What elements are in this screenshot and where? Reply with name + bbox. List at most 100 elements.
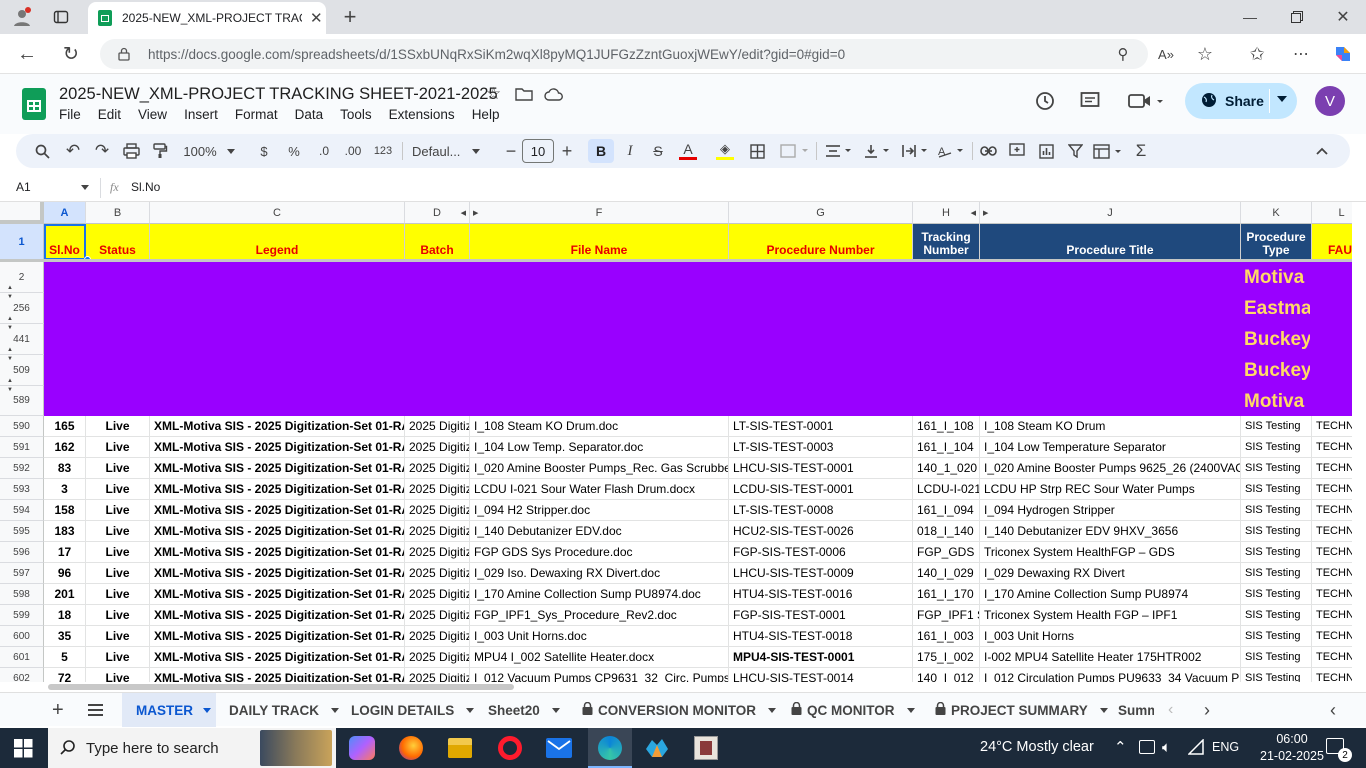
sheet-tab-summ[interactable]: Summ <box>1118 693 1154 727</box>
weather-text[interactable]: 24°C Mostly clear <box>980 739 1094 755</box>
cell-status[interactable]: Live <box>86 437 150 458</box>
header-cell-legend[interactable]: Legend <box>150 224 405 260</box>
cell-batch[interactable]: 2025 Digitiz <box>405 416 470 437</box>
cell-status[interactable]: Live <box>86 542 150 563</box>
back-icon[interactable]: ← <box>14 42 40 66</box>
row-header[interactable]: 599 <box>0 605 44 626</box>
header-cell-batch[interactable]: Batch <box>405 224 470 260</box>
menu-file[interactable]: File <box>59 107 81 122</box>
cell-fau[interactable]: TECHN <box>1312 626 1352 647</box>
increase-font-size-icon[interactable]: + <box>558 134 576 168</box>
file-explorer-icon[interactable] <box>448 738 472 758</box>
row-header[interactable]: 593 <box>0 479 44 500</box>
cell-batch[interactable]: 2025 Digitiz <box>405 605 470 626</box>
clock-date[interactable]: 21-02-2025 <box>1257 749 1327 763</box>
column-header-k[interactable]: K <box>1241 202 1312 224</box>
add-sheet-icon[interactable]: + <box>52 693 64 727</box>
firefox-icon[interactable] <box>399 736 423 760</box>
hidden-columns-right-icon[interactable]: ▶ <box>473 209 478 217</box>
select-all-corner[interactable] <box>0 202 44 224</box>
minimize-icon[interactable]: — <box>1238 6 1262 28</box>
hidden-columns-right-icon[interactable]: ▶ <box>983 209 988 217</box>
cell-file-name[interactable]: FGP GDS Sys Procedure.doc <box>470 542 729 563</box>
row-header[interactable]: 597 <box>0 563 44 584</box>
hidden-columns-left-icon[interactable]: ◀ <box>461 209 466 217</box>
column-header-l[interactable]: L <box>1312 202 1352 224</box>
profile-icon[interactable] <box>8 5 36 29</box>
cell-batch[interactable]: 2025 Digitiz <box>405 563 470 584</box>
name-box-dropdown-icon[interactable] <box>81 185 89 190</box>
favorite-star-icon[interactable]: ☆ <box>1194 43 1216 65</box>
caret-down-icon[interactable] <box>768 707 777 713</box>
cell-fau[interactable]: TECHN <box>1312 437 1352 458</box>
header-cell-procedure-type[interactable]: Procedure Type <box>1241 224 1312 260</box>
cell-tracking-number[interactable]: 018_I_140 <box>913 521 980 542</box>
cell-fau[interactable]: TECHN <box>1312 584 1352 605</box>
cell-batch[interactable]: 2025 Digitiz <box>405 584 470 605</box>
cell-procedure-title[interactable]: I_140 Debutanizer EDV 9HXV_3656 <box>980 521 1241 542</box>
column-header-g[interactable]: G <box>729 202 913 224</box>
menu-edit[interactable]: Edit <box>98 107 121 122</box>
meet-icon[interactable] <box>1128 92 1164 113</box>
collapse-toolbar-icon[interactable] <box>1310 134 1334 168</box>
cell-procedure-title[interactable]: I_104 Low Temperature Separator <box>980 437 1241 458</box>
avatar[interactable]: V <box>1315 86 1345 116</box>
cell-procedure-number[interactable]: LCDU-SIS-TEST-0001 <box>729 479 913 500</box>
cell-procedure-type[interactable]: SIS Testing <box>1241 458 1312 479</box>
cell-procedure-title[interactable]: LCDU HP Strp REC Sour Water Pumps <box>980 479 1241 500</box>
column-header-a[interactable]: A <box>44 202 86 224</box>
cell-status[interactable]: Live <box>86 647 150 668</box>
filter-icon[interactable] <box>1063 134 1087 168</box>
cell-file-name[interactable]: I_020 Amine Booster Pumps_Rec. Gas Scrub… <box>470 458 729 479</box>
cell-slno[interactable]: 183 <box>44 521 86 542</box>
comments-icon[interactable] <box>1080 91 1100 114</box>
cell-fau[interactable]: TECHN <box>1312 563 1352 584</box>
cell-status[interactable]: Live <box>86 500 150 521</box>
cell-tracking-number[interactable]: 140_1_020 <box>913 458 980 479</box>
cell-slno[interactable]: 96 <box>44 563 86 584</box>
text-color-button[interactable]: A <box>676 134 700 168</box>
cell-slno[interactable]: 72 <box>44 668 86 682</box>
vertical-align-icon[interactable] <box>860 134 894 168</box>
edge-taskbar-button-active[interactable] <box>588 728 632 768</box>
spreadsheet-grid[interactable]: A B C D ◀ ▶ F G H ◀ ▶ J K L 1 Sl.No Status L… <box>0 202 1352 682</box>
cell-status[interactable]: Live <box>86 479 150 500</box>
cell-legend[interactable]: XML-Motiva SIS - 2025 Digitization-Set 0… <box>150 668 405 682</box>
insert-chart-icon[interactable] <box>1034 134 1058 168</box>
read-aloud-icon[interactable]: A» <box>1155 43 1177 65</box>
row-header-589[interactable]: 589 ▼ <box>0 386 44 416</box>
more-menu-icon[interactable]: ⋯ <box>1290 43 1312 65</box>
caret-down-icon[interactable] <box>551 707 560 713</box>
language-indicator[interactable]: ENG <box>1212 740 1239 754</box>
cell-procedure-type[interactable]: SIS Testing <box>1241 437 1312 458</box>
opera-icon[interactable] <box>498 736 522 760</box>
borders-icon[interactable] <box>745 134 769 168</box>
sheet-tab-conversion-monitor[interactable]: CONVERSION MONITOR <box>582 693 777 727</box>
cell-status[interactable]: Live <box>86 458 150 479</box>
insert-link-icon[interactable] <box>976 134 1000 168</box>
cell-fau[interactable]: TECHN <box>1312 647 1352 668</box>
zoom-icon[interactable]: ⚲ <box>1114 45 1132 63</box>
caret-down-icon[interactable] <box>1099 707 1108 713</box>
cell-procedure-number[interactable]: FGP-SIS-TEST-0006 <box>729 542 913 563</box>
cell-procedure-type[interactable]: SIS Testing <box>1241 542 1312 563</box>
row-header-2[interactable]: 2 ▲ <box>0 262 44 293</box>
sheet-tab-master[interactable]: MASTER <box>122 693 216 727</box>
row-header[interactable]: 594 <box>0 500 44 521</box>
cell-procedure-title[interactable]: I_003 Unit Horns <box>980 626 1241 647</box>
weather-icon[interactable] <box>946 737 970 759</box>
currency-format-button[interactable]: $ <box>254 134 274 168</box>
cell-procedure-number[interactable]: LHCU-SIS-TEST-0001 <box>729 458 913 479</box>
windows-start-icon[interactable] <box>14 739 33 761</box>
percent-format-button[interactable]: % <box>284 134 304 168</box>
cell-procedure-type[interactable]: SIS Testing <box>1241 479 1312 500</box>
header-cell-procedure-title[interactable]: Procedure Title <box>980 224 1241 260</box>
battery-icon[interactable] <box>1139 740 1155 754</box>
row-header[interactable]: 592 <box>0 458 44 479</box>
cell-procedure-type[interactable]: SIS Testing <box>1241 563 1312 584</box>
cell-slno[interactable]: 165 <box>44 416 86 437</box>
caret-down-icon[interactable] <box>203 707 211 713</box>
cell-procedure-number[interactable]: LT-SIS-TEST-0001 <box>729 416 913 437</box>
cell-procedure-title[interactable]: I_094 Hydrogen Stripper <box>980 500 1241 521</box>
cell-file-name[interactable]: I_012 Vacuum Pumps CP9631_32_Circ. Pumps <box>470 668 729 682</box>
